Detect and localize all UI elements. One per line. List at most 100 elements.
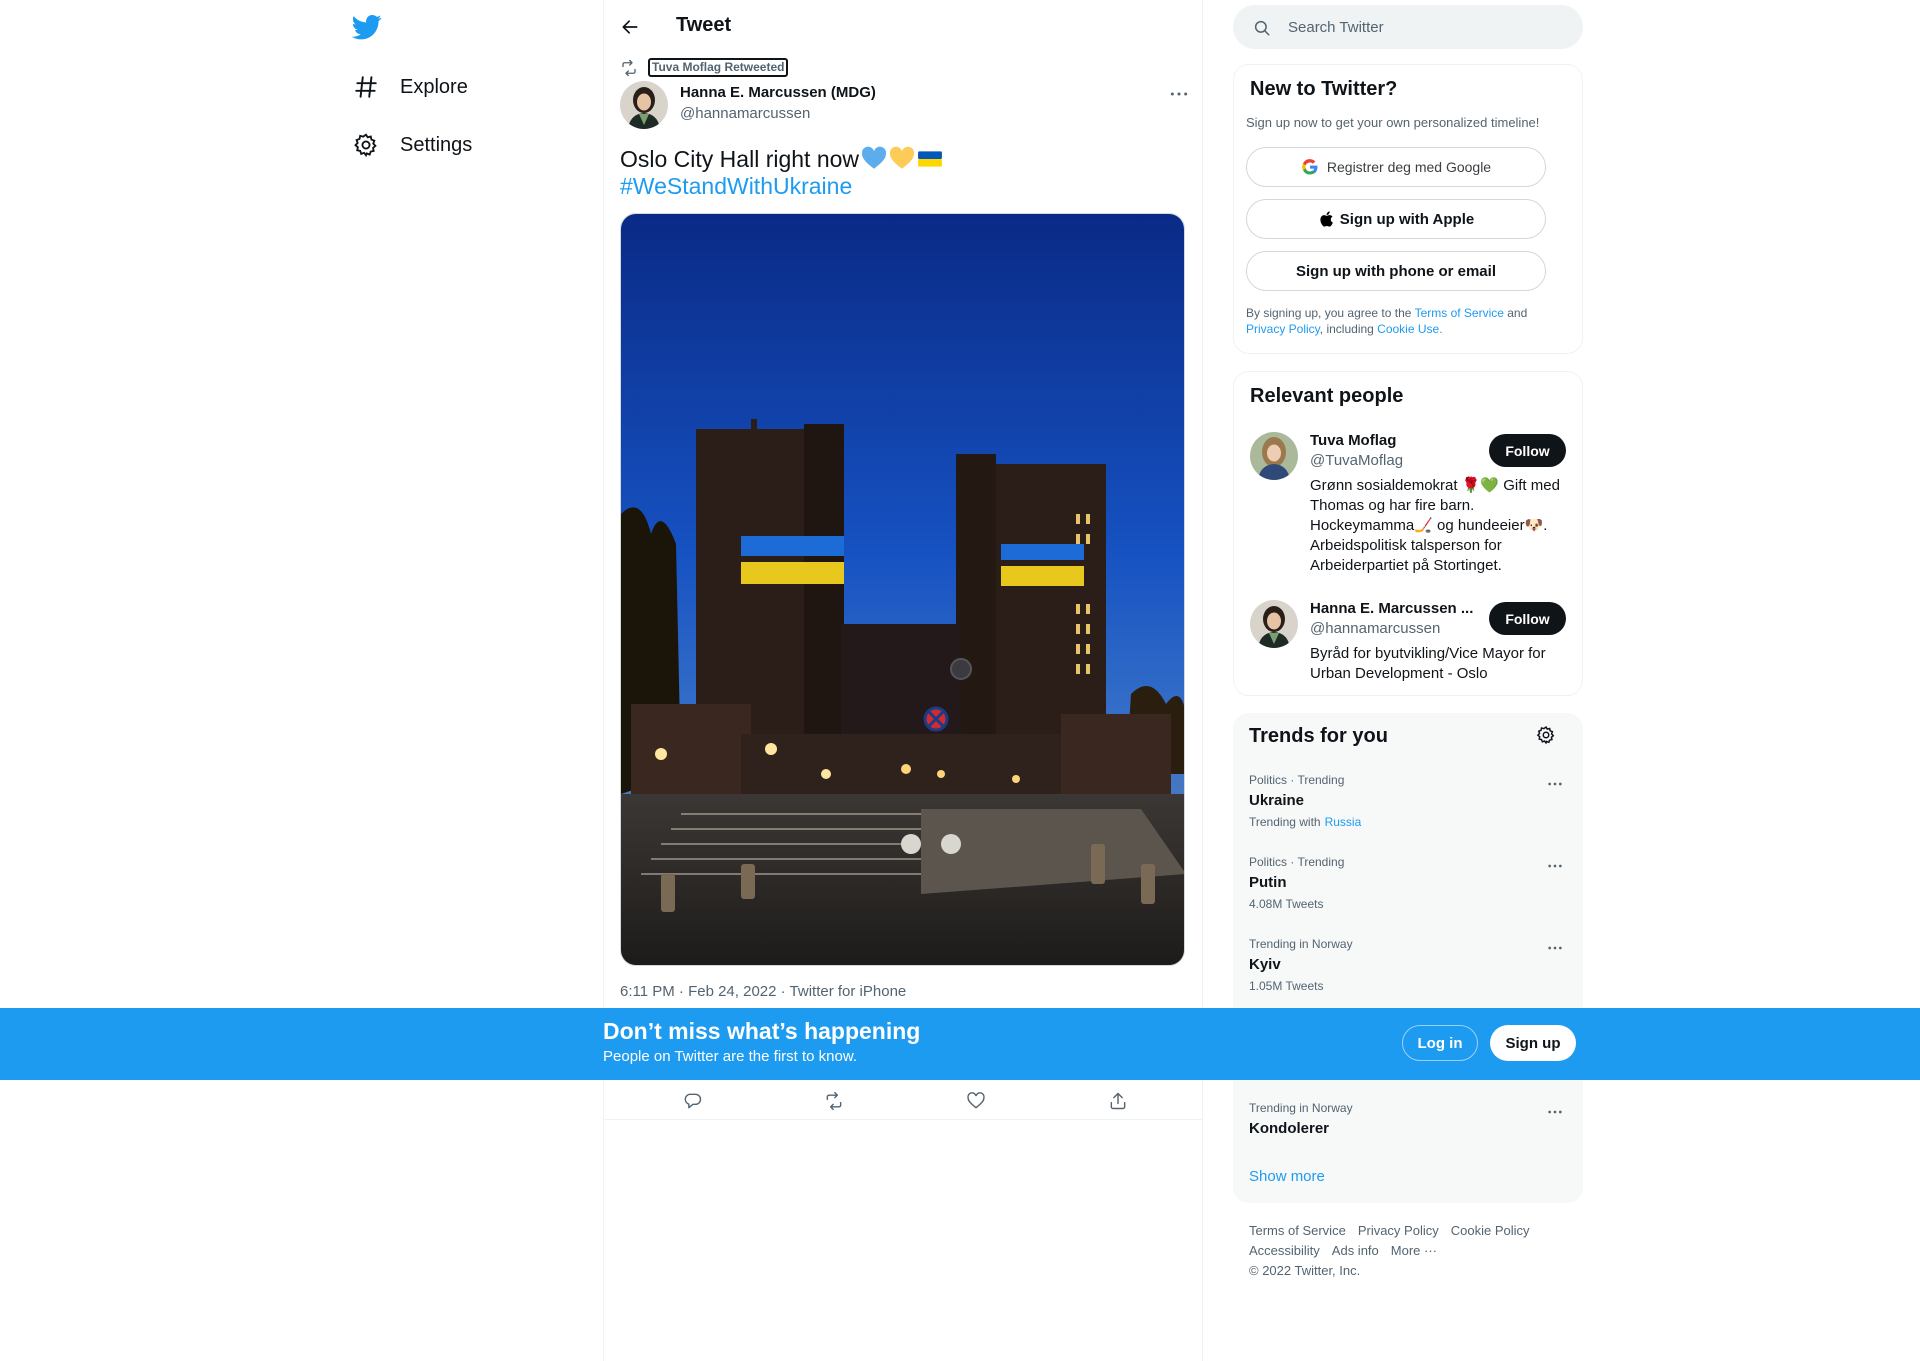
trend-tweet-count: 1.05M Tweets xyxy=(1249,979,1324,993)
trend-name: Ukraine xyxy=(1249,792,1305,809)
trend-subtext: Trending with Russia xyxy=(1249,815,1361,829)
follow-button[interactable]: Follow xyxy=(1489,434,1566,467)
legal-text-part: , including xyxy=(1319,322,1378,336)
apple-signup-label: Sign up with Apple xyxy=(1339,210,1475,228)
apple-icon xyxy=(1320,211,1333,227)
more-options-icon[interactable] xyxy=(1543,1101,1567,1123)
trend-context: Politics · Trending xyxy=(1249,855,1345,869)
cookie-link[interactable]: Cookie Use. xyxy=(1377,322,1442,336)
twitter-bird-icon[interactable] xyxy=(351,12,384,44)
person-name[interactable]: Hanna E. Marcussen ... xyxy=(1310,600,1473,617)
hashtag-link[interactable]: #WeStandWithUkraine xyxy=(620,173,852,200)
person-bio: Byråd for byutvikling/Vice Mayor for Urb… xyxy=(1310,645,1546,682)
legal-text: By signing up, you agree to the Terms of… xyxy=(1246,305,1566,337)
author-handle[interactable]: @hannamarcussen xyxy=(680,105,810,122)
person-bio: Grønn sosialdemokrat 🌹💚 Gift med Thomas … xyxy=(1310,477,1560,574)
nav-settings[interactable]: Settings xyxy=(352,122,472,168)
retweeted-by-label[interactable]: Tuva Moflag Retweeted xyxy=(648,58,789,77)
privacy-link[interactable]: Privacy Policy xyxy=(1246,322,1320,336)
phone-email-signup-label: Sign up with phone or email xyxy=(1295,262,1496,280)
trend-related-link[interactable]: Russia xyxy=(1325,815,1362,829)
tweet-source[interactable]: Twitter for iPhone xyxy=(790,983,907,1000)
tweet-body: Oslo City Hall right now xyxy=(620,146,860,172)
footer-links: Terms of Service Privacy Policy Cookie Pol… xyxy=(1249,1221,1579,1281)
more-options-icon[interactable] xyxy=(1543,773,1567,795)
footer-link[interactable]: Terms of Service xyxy=(1249,1223,1346,1238)
person-handle[interactable]: @hannamarcussen xyxy=(1310,620,1440,637)
trend-context: Politics · Trending xyxy=(1249,773,1345,787)
new-to-twitter-title: New to Twitter? xyxy=(1250,78,1398,100)
share-icon[interactable] xyxy=(1101,1084,1135,1118)
trends-card: Trends for you Politics · Trending Ukrai… xyxy=(1233,713,1583,1203)
more-options-icon[interactable] xyxy=(1543,855,1567,877)
trend-name: Kyiv xyxy=(1249,956,1281,973)
tweet-actions xyxy=(604,1080,1202,1120)
nav-settings-label: Settings xyxy=(400,133,473,156)
search-bar[interactable] xyxy=(1233,5,1583,49)
avatar[interactable] xyxy=(1250,600,1298,648)
reply-icon[interactable] xyxy=(676,1084,710,1118)
relevant-people-title: Relevant people xyxy=(1250,385,1404,407)
new-to-twitter-card: New to Twitter? Sign up now to get your … xyxy=(1233,64,1583,354)
gear-icon xyxy=(352,131,380,159)
copyright: © 2022 Twitter, Inc. xyxy=(1249,1263,1361,1278)
show-more-link[interactable]: Show more xyxy=(1249,1168,1325,1185)
footer-link[interactable]: Accessibility xyxy=(1249,1243,1320,1258)
trend-name: Putin xyxy=(1249,874,1287,891)
retweet-action-icon[interactable] xyxy=(817,1084,851,1118)
search-input[interactable] xyxy=(1288,5,1568,49)
footer-link[interactable]: Ads info xyxy=(1332,1243,1379,1258)
nav-explore-label: Explore xyxy=(400,75,468,98)
footer-link[interactable]: Cookie Policy xyxy=(1451,1223,1530,1238)
tweet-header: Tweet xyxy=(604,0,1202,53)
trend-tweet-count: 4.08M Tweets xyxy=(1249,897,1324,911)
trend-name: Kondolerer xyxy=(1249,1120,1330,1137)
retweet-context[interactable]: Tuva Moflag Retweeted xyxy=(620,58,789,77)
nav-explore[interactable]: Explore xyxy=(352,64,468,110)
avatar[interactable] xyxy=(1250,432,1298,480)
trend-context: Trending in Norway xyxy=(1249,1101,1353,1115)
tweet-meta: 6:11 PM · Feb 24, 2022 · Twitter for iPh… xyxy=(620,983,907,1000)
trend-context: Trending in Norway xyxy=(1249,937,1353,951)
person-name[interactable]: Tuva Moflag xyxy=(1310,432,1396,449)
tweet-photo[interactable] xyxy=(620,213,1185,966)
legal-text-part: By signing up, you agree to the xyxy=(1246,306,1415,320)
terms-link[interactable]: Terms of Service xyxy=(1415,306,1504,320)
search-icon xyxy=(1254,20,1270,36)
retweet-icon xyxy=(622,59,636,76)
tweet-timestamp[interactable]: 6:11 PM · Feb 24, 2022 xyxy=(620,983,776,1000)
apple-signup-button[interactable]: Sign up with Apple xyxy=(1246,199,1546,239)
page-title: Tweet xyxy=(676,14,732,36)
like-icon[interactable] xyxy=(959,1084,993,1118)
follow-button[interactable]: Follow xyxy=(1489,602,1566,635)
banner-title: Don’t miss what’s happening xyxy=(603,1018,921,1044)
google-signup-button[interactable]: Registrer deg med Google xyxy=(1246,147,1546,187)
signup-button[interactable]: Sign up xyxy=(1490,1025,1576,1061)
relevant-people-card: Relevant people Tuva Moflag @TuvaMoflag … xyxy=(1233,371,1583,696)
footer-more-link[interactable]: More ··· xyxy=(1391,1243,1437,1258)
banner-subtitle: People on Twitter are the first to know. xyxy=(603,1048,858,1065)
tweet-column: Tweet Tuva Moflag Retweeted Hanna E. Mar… xyxy=(603,0,1203,1361)
footer-link[interactable]: Privacy Policy xyxy=(1358,1223,1439,1238)
google-signup-label: Registrer deg med Google xyxy=(1326,159,1492,175)
author-avatar[interactable] xyxy=(620,81,668,129)
gear-icon[interactable] xyxy=(1536,725,1558,747)
google-icon xyxy=(1302,159,1318,175)
signup-banner: Don’t miss what’s happening People on Tw… xyxy=(0,1008,1920,1080)
trend-subtext-label: Trending with xyxy=(1249,815,1321,829)
hashtag-icon xyxy=(352,73,380,101)
new-to-twitter-subtitle: Sign up now to get your own personalized… xyxy=(1246,115,1540,130)
back-arrow-icon[interactable] xyxy=(616,13,644,41)
author-name[interactable]: Hanna E. Marcussen (MDG) xyxy=(680,84,876,101)
tweet-text: Oslo City Hall right now xyxy=(620,145,943,173)
blue-heart-icon xyxy=(861,146,887,169)
more-options-icon[interactable] xyxy=(1543,937,1567,959)
ukraine-flag-icon xyxy=(918,151,942,167)
yellow-heart-icon xyxy=(889,146,915,169)
trends-title: Trends for you xyxy=(1249,725,1388,747)
more-options-icon[interactable] xyxy=(1164,82,1194,106)
legal-text-part: and xyxy=(1503,306,1528,320)
login-button[interactable]: Log in xyxy=(1402,1025,1478,1061)
person-handle[interactable]: @TuvaMoflag xyxy=(1310,452,1403,469)
phone-email-signup-button[interactable]: Sign up with phone or email xyxy=(1246,251,1546,291)
